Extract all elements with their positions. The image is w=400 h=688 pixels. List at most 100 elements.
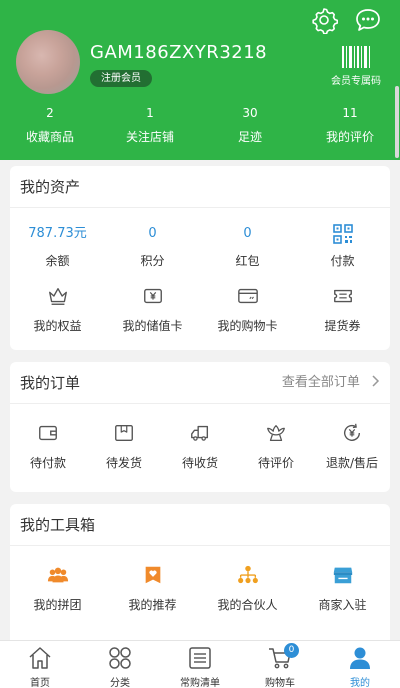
chevron-right-icon <box>372 375 380 387</box>
avatar[interactable] <box>16 30 80 94</box>
my-benefits[interactable]: 我的权益 <box>10 285 105 334</box>
stat-favorites[interactable]: 2 收藏商品 <box>0 104 100 154</box>
tab-category[interactable]: 分类 <box>80 641 160 688</box>
review-icon <box>267 425 285 441</box>
tab-label: 购物车 <box>265 678 295 688</box>
order-label: 待收货 <box>181 456 218 470</box>
wallet-icon <box>39 425 57 441</box>
item-label: 我的储值卡 <box>122 319 183 333</box>
orders-row: 待付款 待发货 待收货 待评价 退款/售后 <box>10 422 390 471</box>
toolbox-row: 我的拼团 我的推荐 我的合伙人 商家入驻 <box>10 564 390 613</box>
stat-value: 2 <box>46 106 54 120</box>
view-all-orders-link[interactable]: 查看全部订单 <box>282 362 380 404</box>
order-label: 待发货 <box>105 456 142 470</box>
tool-group-buy[interactable]: 我的拼团 <box>10 564 105 613</box>
toolbox-card: 我的工具箱 我的拼团 我的推荐 我的合伙人 商家入驻 <box>10 504 390 640</box>
order-pending-receipt[interactable]: 待收货 <box>162 422 238 471</box>
order-pending-review[interactable]: 待评价 <box>238 422 314 471</box>
member-code-label: 会员专属码 <box>331 76 381 87</box>
orders-title: 我的订单 <box>20 374 81 392</box>
tool-label: 我的推荐 <box>128 598 177 612</box>
asset-balance[interactable]: 787.73元 余额 <box>10 224 105 269</box>
bottom-tab-bar: 首页 分类 常购清单 0 购物车 我的 <box>0 640 400 688</box>
stat-label: 我的评价 <box>325 130 374 144</box>
tab-frequent-list[interactable]: 常购清单 <box>160 641 240 688</box>
asset-value: 0 <box>148 226 157 241</box>
item-label: 我的购物卡 <box>217 319 278 333</box>
group-buy-icon <box>47 567 68 583</box>
stat-footprints[interactable]: 30 足迹 <box>200 104 300 154</box>
stats-row: 2 收藏商品 1 关注店铺 30 足迹 11 我的评价 <box>0 104 400 154</box>
asset-pay[interactable]: 付款 <box>295 224 390 269</box>
profile-header: GAM186ZXYR3218 注册会员 会员专属码 2 收藏商品 1 关注店铺 … <box>0 0 400 160</box>
gear-icon[interactable] <box>310 6 338 34</box>
asset-label: 积分 <box>140 254 165 268</box>
assets-card: 我的资产 787.73元 余额 0 积分 0 红包 付款 我的权益 我的储值卡 … <box>10 166 390 350</box>
crown-icon <box>48 287 67 305</box>
partner-icon <box>237 565 258 584</box>
recommend-icon <box>145 566 160 584</box>
cart-count-badge: 0 <box>284 643 299 658</box>
tool-label: 我的合伙人 <box>217 598 278 612</box>
stored-value-card-icon <box>143 288 162 304</box>
tool-merchant-join[interactable]: 商家入驻 <box>295 564 390 613</box>
tab-label: 常购清单 <box>180 678 220 688</box>
package-icon <box>115 424 133 442</box>
order-pending-shipment[interactable]: 待发货 <box>86 422 162 471</box>
assets-items-row: 我的权益 我的储值卡 我的购物卡 提货券 <box>10 285 390 334</box>
user-icon <box>350 647 370 669</box>
item-label: 我的权益 <box>33 319 82 333</box>
stat-value: 11 <box>342 106 358 120</box>
assets-title: 我的资产 <box>10 166 390 208</box>
stat-reviews[interactable]: 11 我的评价 <box>300 104 400 154</box>
scrollbar-thumb[interactable] <box>395 86 399 158</box>
stat-value: 30 <box>242 106 258 120</box>
asset-red-packets[interactable]: 0 红包 <box>200 224 295 269</box>
tool-partner[interactable]: 我的合伙人 <box>200 564 295 613</box>
truck-icon <box>191 425 209 441</box>
tool-label: 我的拼团 <box>33 598 82 612</box>
chat-icon[interactable] <box>354 6 382 34</box>
qr-code-icon <box>332 224 353 244</box>
member-code-button[interactable]: 会员专属码 <box>330 46 382 87</box>
assets-values-row: 787.73元 余额 0 积分 0 红包 付款 <box>10 224 390 269</box>
order-refund-aftersales[interactable]: 退款/售后 <box>314 422 390 471</box>
tool-label: 商家入驻 <box>318 598 367 612</box>
stat-value: 1 <box>146 106 154 120</box>
stat-label: 收藏商品 <box>25 130 74 144</box>
view-all-label: 查看全部订单 <box>281 375 360 390</box>
stat-label: 关注店铺 <box>125 130 174 144</box>
order-label: 退款/售后 <box>325 456 379 470</box>
asset-label: 余额 <box>45 254 70 268</box>
list-icon <box>189 647 211 669</box>
voucher-icon <box>333 289 352 303</box>
orders-header: 我的订单 查看全部订单 <box>10 362 390 404</box>
stat-label: 足迹 <box>237 130 262 144</box>
stat-followed-stores[interactable]: 1 关注店铺 <box>100 104 200 154</box>
my-stored-value-card[interactable]: 我的储值卡 <box>105 285 200 334</box>
member-level-badge[interactable]: 注册会员 <box>90 70 152 87</box>
tab-label: 我的 <box>350 678 370 688</box>
asset-label: 红包 <box>235 254 260 268</box>
pickup-voucher[interactable]: 提货券 <box>295 285 390 334</box>
tab-cart[interactable]: 0 购物车 <box>240 641 320 688</box>
tab-label: 分类 <box>110 678 130 688</box>
orders-card: 我的订单 查看全部订单 待付款 待发货 待收货 待评价 退款/售后 <box>10 362 390 492</box>
asset-value: 0 <box>243 226 252 241</box>
tab-home[interactable]: 首页 <box>0 641 80 688</box>
asset-points[interactable]: 0 积分 <box>105 224 200 269</box>
asset-value: 787.73元 <box>28 226 87 241</box>
tool-recommend[interactable]: 我的推荐 <box>105 564 200 613</box>
my-shopping-card[interactable]: 我的购物卡 <box>200 285 295 334</box>
item-label: 提货券 <box>324 319 361 333</box>
store-icon <box>333 567 352 584</box>
tab-mine[interactable]: 我的 <box>320 641 400 688</box>
order-pending-payment[interactable]: 待付款 <box>10 422 86 471</box>
home-icon <box>29 647 51 669</box>
username: GAM186ZXYR3218 <box>90 42 268 63</box>
order-label: 待付款 <box>29 456 66 470</box>
tab-label: 首页 <box>30 678 50 688</box>
toolbox-title: 我的工具箱 <box>10 504 390 546</box>
asset-label: 付款 <box>330 254 355 268</box>
category-icon <box>109 647 131 669</box>
